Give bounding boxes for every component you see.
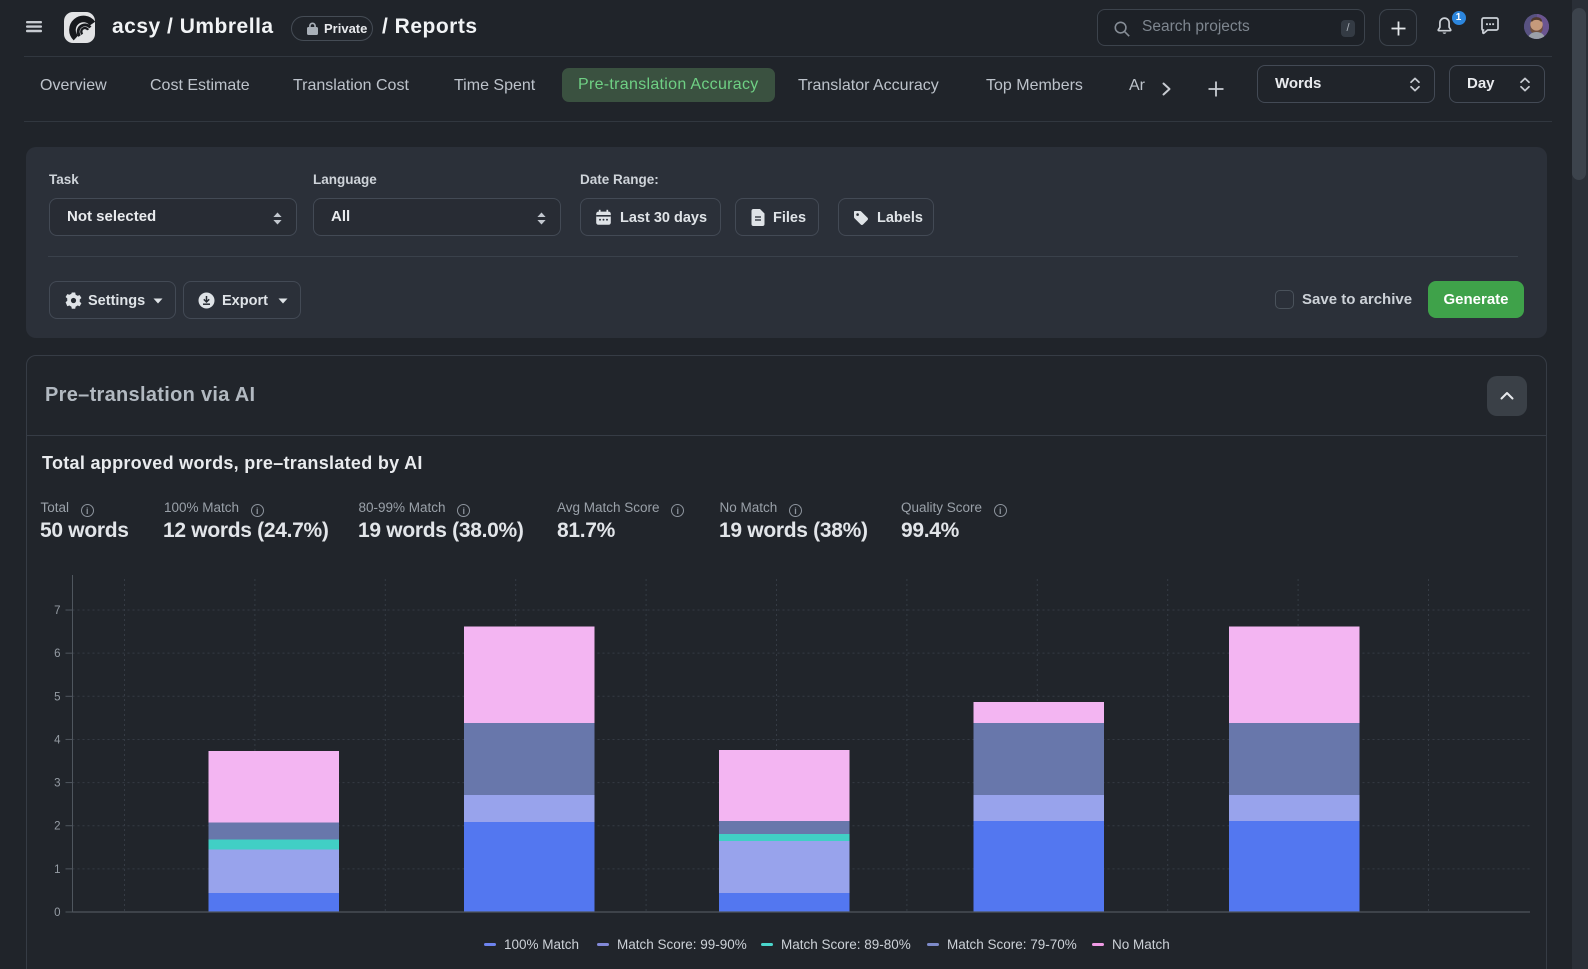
svg-text:4: 4 (54, 734, 61, 746)
svg-text:5: 5 (54, 691, 60, 703)
svg-text:7: 7 (54, 605, 60, 617)
svg-text:6: 6 (54, 648, 60, 660)
svg-text:1: 1 (54, 864, 60, 876)
svg-text:2: 2 (54, 821, 60, 833)
svg-text:0: 0 (54, 907, 60, 919)
svg-text:3: 3 (54, 778, 60, 790)
